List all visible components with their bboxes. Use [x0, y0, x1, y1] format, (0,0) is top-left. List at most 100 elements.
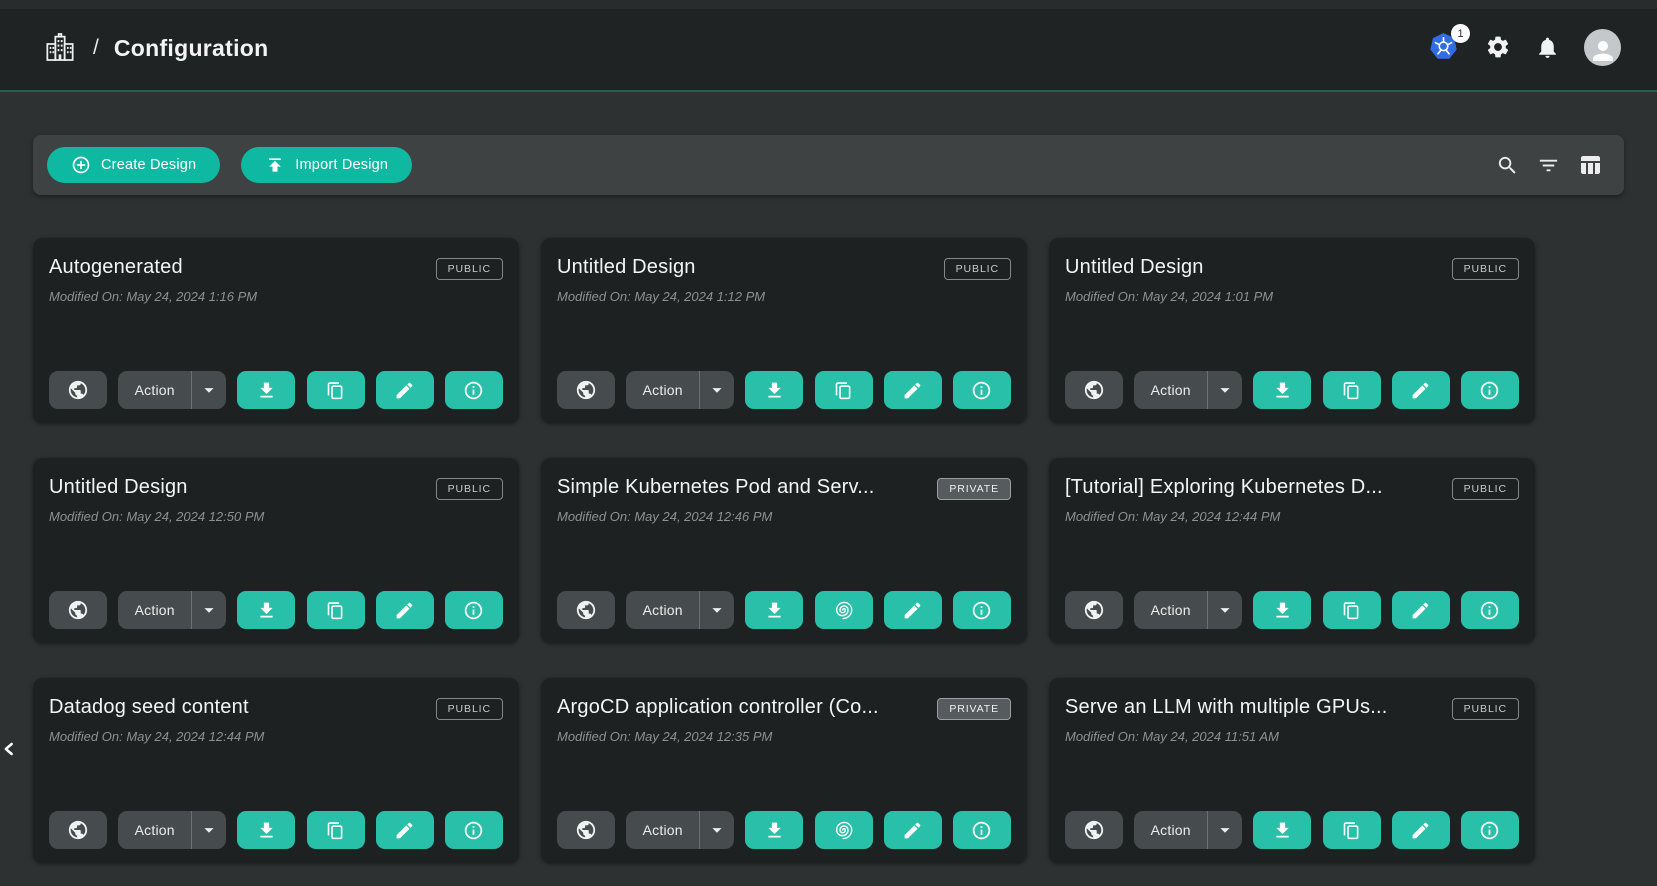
action-dropdown-toggle[interactable] [700, 811, 734, 849]
info-button[interactable] [953, 811, 1011, 849]
globe-icon [67, 599, 89, 621]
kubernetes-context-button[interactable]: 1 [1425, 31, 1461, 63]
action-button[interactable]: Action [118, 591, 191, 629]
info-icon [971, 380, 992, 401]
visibility-globe-button[interactable] [49, 811, 107, 849]
settings-button[interactable] [1485, 34, 1511, 60]
action-dropdown-toggle[interactable] [192, 811, 226, 849]
action-split-button: Action [118, 811, 226, 849]
avatar[interactable] [1584, 29, 1621, 66]
import-design-button[interactable]: Import Design [241, 147, 412, 183]
download-button[interactable] [1253, 811, 1311, 849]
filter-icon [1537, 154, 1560, 177]
caret-down-icon [706, 819, 728, 841]
info-icon [463, 380, 484, 401]
action-button[interactable]: Action [118, 811, 191, 849]
download-icon [1272, 820, 1293, 841]
download-button[interactable] [745, 591, 803, 629]
info-button[interactable] [445, 591, 503, 629]
design-title: Datadog seed content [49, 696, 249, 719]
design-grid: Autogenerated PUBLIC Modified On: May 24… [33, 238, 1657, 863]
card-action-row: Action [49, 811, 503, 849]
breadcrumb-separator: / [93, 36, 99, 60]
action-button[interactable]: Action [1134, 371, 1207, 409]
visibility-globe-button[interactable] [1065, 811, 1123, 849]
filter-button[interactable] [1537, 154, 1560, 177]
create-design-button[interactable]: Create Design [47, 147, 220, 183]
action-split-button: Action [626, 591, 734, 629]
action-dropdown-toggle[interactable] [1208, 371, 1242, 409]
info-button[interactable] [445, 371, 503, 409]
action-button[interactable]: Action [626, 371, 699, 409]
edit-button[interactable] [1392, 591, 1450, 629]
visibility-globe-button[interactable] [1065, 591, 1123, 629]
edit-button[interactable] [884, 591, 942, 629]
info-button[interactable] [953, 371, 1011, 409]
search-button[interactable] [1496, 154, 1519, 177]
action-dropdown-toggle[interactable] [1208, 591, 1242, 629]
visibility-globe-button[interactable] [49, 591, 107, 629]
download-button[interactable] [745, 371, 803, 409]
bell-icon [1535, 35, 1560, 60]
catalog-spiral-button[interactable] [815, 591, 873, 629]
copy-button[interactable] [1323, 591, 1381, 629]
sidebar-collapse-toggle[interactable] [0, 732, 24, 766]
edit-button[interactable] [884, 371, 942, 409]
edit-button[interactable] [1392, 371, 1450, 409]
import-design-label: Import Design [295, 157, 388, 173]
card-action-row: Action [1065, 371, 1519, 409]
info-button[interactable] [953, 591, 1011, 629]
info-button[interactable] [445, 811, 503, 849]
visibility-globe-button[interactable] [557, 591, 615, 629]
copy-button[interactable] [1323, 811, 1381, 849]
download-button[interactable] [1253, 371, 1311, 409]
action-dropdown-toggle[interactable] [700, 591, 734, 629]
caret-down-icon [1214, 379, 1236, 401]
edit-button[interactable] [1392, 811, 1450, 849]
action-button[interactable]: Action [1134, 591, 1207, 629]
action-split-button: Action [626, 371, 734, 409]
edit-button[interactable] [884, 811, 942, 849]
visibility-globe-button[interactable] [1065, 371, 1123, 409]
action-button[interactable]: Action [1134, 811, 1207, 849]
card-action-row: Action [1065, 591, 1519, 629]
copy-button[interactable] [1323, 371, 1381, 409]
design-card: Autogenerated PUBLIC Modified On: May 24… [33, 238, 519, 423]
copy-button[interactable] [307, 811, 365, 849]
visibility-globe-button[interactable] [49, 371, 107, 409]
action-button[interactable]: Action [626, 591, 699, 629]
download-button[interactable] [237, 811, 295, 849]
notifications-button[interactable] [1535, 35, 1560, 60]
visibility-globe-button[interactable] [557, 371, 615, 409]
table-view-button[interactable] [1578, 153, 1602, 177]
action-button[interactable]: Action [626, 811, 699, 849]
action-button[interactable]: Action [118, 371, 191, 409]
copy-button[interactable] [307, 591, 365, 629]
building-icon[interactable] [44, 31, 76, 65]
gear-icon [1485, 34, 1511, 60]
action-dropdown-toggle[interactable] [700, 371, 734, 409]
visibility-globe-button[interactable] [557, 811, 615, 849]
edit-button[interactable] [376, 591, 434, 629]
design-title: Untitled Design [1065, 256, 1204, 279]
download-button[interactable] [237, 591, 295, 629]
info-button[interactable] [1461, 371, 1519, 409]
download-icon [256, 600, 277, 621]
action-dropdown-toggle[interactable] [192, 591, 226, 629]
edit-button[interactable] [376, 811, 434, 849]
action-dropdown-toggle[interactable] [1208, 811, 1242, 849]
visibility-badge: PUBLIC [1452, 478, 1519, 500]
info-button[interactable] [1461, 811, 1519, 849]
download-button[interactable] [237, 371, 295, 409]
action-dropdown-toggle[interactable] [192, 371, 226, 409]
catalog-spiral-button[interactable] [815, 811, 873, 849]
download-icon [1272, 600, 1293, 621]
info-button[interactable] [1461, 591, 1519, 629]
copy-button[interactable] [307, 371, 365, 409]
edit-button[interactable] [376, 371, 434, 409]
info-icon [1479, 820, 1500, 841]
download-button[interactable] [745, 811, 803, 849]
download-icon [256, 380, 277, 401]
copy-button[interactable] [815, 371, 873, 409]
download-button[interactable] [1253, 591, 1311, 629]
